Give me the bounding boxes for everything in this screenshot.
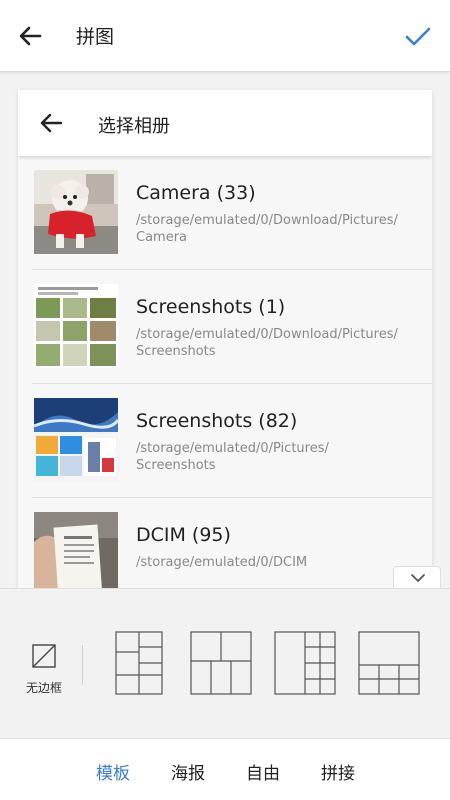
page-title: 拼图 xyxy=(76,26,115,48)
album-thumbnail xyxy=(34,284,118,368)
album-name: Screenshots (82) xyxy=(136,410,298,432)
top-app-bar: 拼图 xyxy=(0,0,450,72)
album-item-dcim[interactable]: DCIM (95) /storage/emulated/0/DCIM xyxy=(32,498,432,590)
album-path: /storage/emulated/0/Pictures/ Screenshot… xyxy=(136,441,329,473)
no-border-toggle[interactable]: 无边框 xyxy=(22,641,66,701)
divider xyxy=(82,645,83,685)
tab-poster[interactable]: 海报 xyxy=(171,759,205,784)
no-border-label: 无边框 xyxy=(25,681,62,695)
layout-template-3[interactable] xyxy=(274,631,336,695)
album-name: Camera (33) xyxy=(136,182,256,204)
album-name: DCIM (95) xyxy=(136,524,231,546)
album-thumbnail xyxy=(34,512,118,590)
album-picker-header: 选择相册 xyxy=(18,90,432,156)
album-thumbnail xyxy=(34,398,118,482)
album-item-camera[interactable]: Camera (33) /storage/emulated/0/Download… xyxy=(32,156,432,270)
album-path: /storage/emulated/0/Download/Pictures/ S… xyxy=(136,327,398,359)
bottom-tab-bar: 模板 海报 自由 拼接 xyxy=(0,738,450,800)
tab-templates[interactable]: 模板 xyxy=(96,759,130,784)
back-arrow-icon[interactable] xyxy=(14,20,46,52)
album-item-screenshots-1[interactable]: Screenshots (1) /storage/emulated/0/Down… xyxy=(32,270,432,384)
chevron-down-icon xyxy=(411,574,425,582)
template-selector: 无边框 xyxy=(0,588,450,738)
album-picker-title: 选择相册 xyxy=(98,116,170,137)
album-path: /storage/emulated/0/Download/Pictures/ C… xyxy=(136,213,398,245)
layout-template-1[interactable] xyxy=(115,631,163,695)
album-thumbnail xyxy=(34,170,118,254)
tab-freestyle[interactable]: 自由 xyxy=(246,759,280,784)
album-item-screenshots-82[interactable]: Screenshots (82) /storage/emulated/0/Pic… xyxy=(32,384,432,498)
album-name: Screenshots (1) xyxy=(136,296,286,318)
checkmark-icon[interactable] xyxy=(402,20,434,52)
tab-stitch[interactable]: 拼接 xyxy=(321,759,355,784)
layout-template-4[interactable] xyxy=(358,631,420,695)
collapse-panel-button[interactable] xyxy=(393,566,441,588)
album-path: /storage/emulated/0/DCIM xyxy=(136,555,308,570)
layout-template-2[interactable] xyxy=(190,631,252,695)
no-border-icon xyxy=(32,644,56,668)
album-picker-dialog: 选择相册 Camera (33) /storage/emulated/0/Dow… xyxy=(18,90,432,590)
back-arrow-icon[interactable] xyxy=(36,108,66,138)
